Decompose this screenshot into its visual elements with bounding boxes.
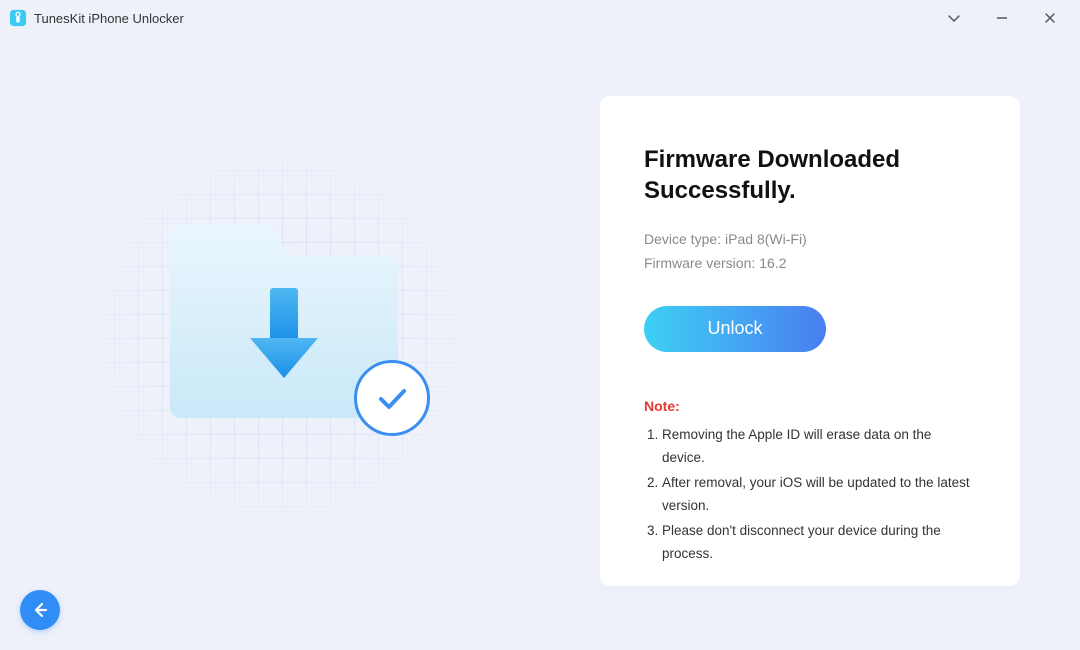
note-list: Removing the Apple ID will erase data on… [644, 424, 976, 566]
device-info: Device type: iPad 8(Wi-Fi) Firmware vers… [644, 228, 976, 276]
illustration-pane [0, 36, 600, 650]
folder-illustration [150, 216, 410, 426]
device-type-value: iPad 8(Wi-Fi) [725, 228, 807, 252]
arrow-left-icon [30, 600, 50, 620]
titlebar: TunesKit iPhone Unlocker [0, 0, 1080, 36]
close-button[interactable] [1040, 8, 1060, 28]
minimize-button[interactable] [992, 8, 1012, 28]
note-item: Please don't disconnect your device duri… [662, 520, 976, 566]
card-heading: Firmware Downloaded Successfully. [644, 144, 976, 206]
unlock-button[interactable]: Unlock [644, 306, 826, 352]
status-card: Firmware Downloaded Successfully. Device… [600, 96, 1020, 586]
note-item: After removal, your iOS will be updated … [662, 472, 976, 518]
back-button[interactable] [20, 590, 60, 630]
app-logo-icon [8, 8, 28, 28]
note-item: Removing the Apple ID will erase data on… [662, 424, 976, 470]
note-header: Note: [644, 398, 976, 414]
firmware-value: 16.2 [759, 252, 786, 276]
device-type-label: Device type: [644, 228, 721, 252]
success-check-icon [354, 360, 430, 436]
firmware-label: Firmware version: [644, 252, 755, 276]
dropdown-icon[interactable] [944, 8, 964, 28]
app-title: TunesKit iPhone Unlocker [34, 11, 184, 26]
